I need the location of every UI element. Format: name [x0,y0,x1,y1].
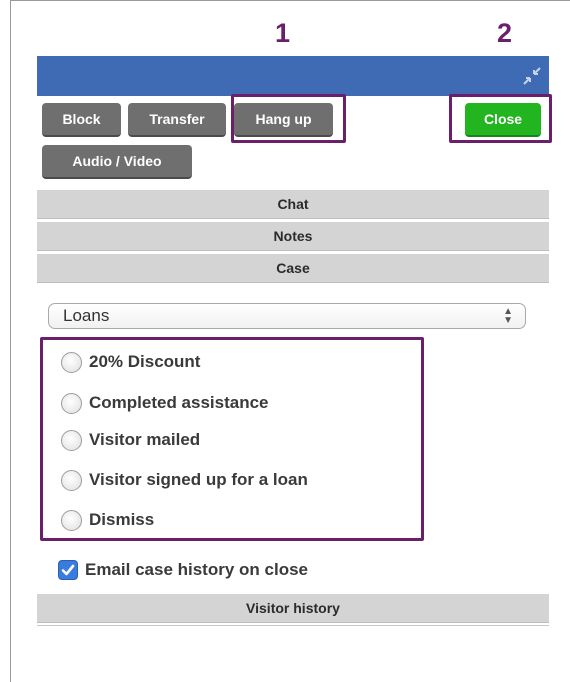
panel-titlebar [37,56,549,96]
transfer-button[interactable]: Transfer [128,103,226,137]
outcome-label: Visitor mailed [89,430,201,449]
outcome-label: Visitor signed up for a loan [89,470,308,489]
up-down-arrows-icon: ▲ ▼ [503,306,513,326]
outcome-radio-row[interactable]: Visitor mailed [61,426,200,454]
section-notes[interactable]: Notes [37,221,549,251]
outcome-radio-row[interactable]: Dismiss [61,506,154,534]
window-left-border [10,0,11,682]
radio-button[interactable] [61,392,82,414]
section-visitor-history[interactable]: Visitor history [37,593,549,623]
checkmark-icon [61,564,75,576]
outcome-radio-row[interactable]: Completed assistance [61,389,269,417]
outcome-radio-row[interactable]: Visitor signed up for a loan [61,466,308,494]
email-history-label: Email case history on close [85,560,308,579]
radio-button[interactable] [61,509,82,531]
outcome-label: 20% Discount [89,352,201,371]
window-top-border [10,0,570,5]
outcome-label: Dismiss [89,510,155,529]
hang-up-button[interactable]: Hang up [234,103,333,137]
block-button[interactable]: Block [42,103,121,137]
radio-button[interactable] [61,429,82,451]
callout-1: 1 [275,18,291,48]
section-chat[interactable]: Chat [37,189,549,219]
panel-divider [37,625,549,626]
outcome-radio-row[interactable]: 20% Discount [61,348,200,376]
close-button[interactable]: Close [465,103,541,137]
radio-button[interactable] [61,469,82,491]
case-category-select[interactable]: Loans ▲ ▼ [48,303,526,329]
audio-video-button[interactable]: Audio / Video [42,145,192,179]
callout-2: 2 [497,18,513,48]
section-case[interactable]: Case [37,253,549,283]
email-history-checkbox[interactable] [58,560,78,580]
collapse-arrows-icon[interactable] [521,65,543,87]
outcome-label: Completed assistance [89,393,269,412]
email-history-checkbox-row[interactable]: Email case history on close [58,556,308,584]
radio-button[interactable] [61,351,82,373]
chat-panel: Block Transfer Hang up Close Audio / Vid… [37,56,549,658]
case-category-value: Loans [63,306,110,325]
